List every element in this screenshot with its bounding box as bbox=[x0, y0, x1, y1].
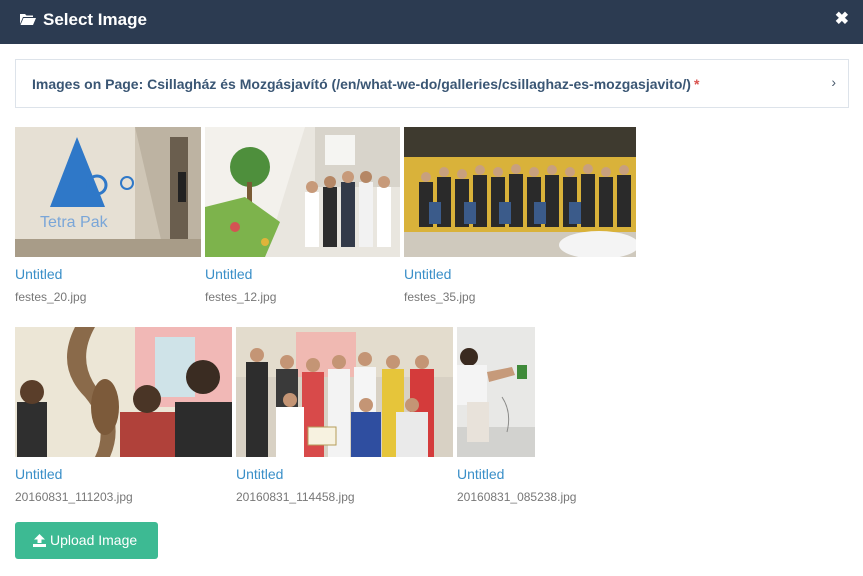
image-item[interactable]: Untitled 20160831_111203.jpg bbox=[15, 327, 232, 504]
dialog-header: Select Image ✖ bbox=[0, 0, 863, 44]
image-filename: 20160831_114458.jpg bbox=[236, 490, 355, 504]
image-title-link[interactable]: Untitled bbox=[15, 466, 62, 482]
upload-icon bbox=[33, 534, 46, 547]
image-thumbnail[interactable] bbox=[15, 327, 232, 457]
image-filename: festes_20.jpg bbox=[15, 290, 87, 304]
image-item[interactable]: Untitled 20160831_114458.jpg bbox=[236, 327, 453, 504]
page-images-panel[interactable]: Images on Page: Csillagház és Mozgásjaví… bbox=[15, 59, 849, 108]
chevron-right-icon[interactable]: › bbox=[831, 74, 836, 90]
panel-heading-text: Images on Page: Csillagház és Mozgásjaví… bbox=[32, 76, 691, 92]
image-filename: 20160831_111203.jpg bbox=[15, 490, 133, 504]
image-item[interactable]: Untitled 20160831_085238.jpg bbox=[457, 327, 587, 504]
image-filename: 20160831_085238.jpg bbox=[457, 490, 577, 504]
image-thumbnail[interactable] bbox=[404, 127, 636, 257]
image-thumbnail[interactable] bbox=[457, 327, 535, 457]
image-filename: festes_12.jpg bbox=[205, 290, 277, 304]
image-title-link[interactable]: Untitled bbox=[404, 266, 451, 282]
image-item[interactable]: Tetra Pak Untitled festes_20.jpg bbox=[15, 127, 201, 304]
image-item[interactable]: Untitled festes_12.jpg bbox=[205, 127, 400, 304]
image-thumbnail[interactable] bbox=[205, 127, 400, 257]
panel-heading[interactable]: Images on Page: Csillagház és Mozgásjaví… bbox=[32, 76, 699, 92]
upload-image-button[interactable]: Upload Image bbox=[15, 522, 158, 559]
close-icon[interactable]: ✖ bbox=[835, 9, 849, 29]
image-filename: festes_35.jpg bbox=[404, 290, 476, 304]
image-thumbnail[interactable] bbox=[236, 327, 453, 457]
svg-text:Tetra Pak: Tetra Pak bbox=[40, 214, 109, 231]
image-title-link[interactable]: Untitled bbox=[236, 466, 283, 482]
image-title-link[interactable]: Untitled bbox=[15, 266, 62, 282]
image-item[interactable]: Untitled festes_35.jpg bbox=[404, 127, 636, 304]
image-title-link[interactable]: Untitled bbox=[205, 266, 252, 282]
dialog-title: Select Image bbox=[43, 10, 147, 29]
image-thumbnail[interactable]: Tetra Pak bbox=[15, 127, 201, 257]
required-marker: * bbox=[693, 76, 700, 92]
upload-button-label: Upload Image bbox=[50, 532, 138, 548]
image-title-link[interactable]: Untitled bbox=[457, 466, 504, 482]
folder-open-icon bbox=[20, 14, 36, 25]
